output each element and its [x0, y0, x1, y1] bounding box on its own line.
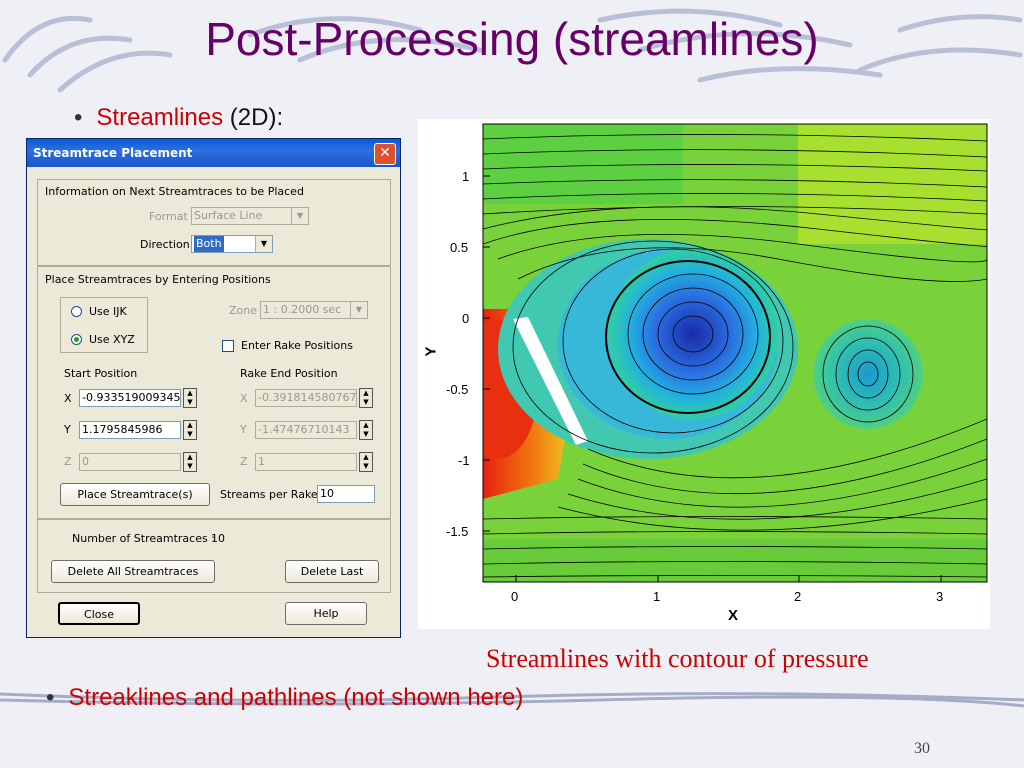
y-tick-label: 1 — [462, 169, 470, 184]
place-header: Place Streamtraces by Entering Positions — [45, 273, 271, 286]
start-z-spinner: ▲ ▼ — [183, 452, 197, 472]
rake-end-position-label: Rake End Position — [240, 367, 338, 380]
close-button[interactable]: Close — [58, 602, 140, 625]
direction-label: Direction — [140, 238, 190, 251]
end-z-label: Z — [240, 455, 248, 468]
zone-select: 1 : 0.2000 sec ▼ — [260, 301, 368, 319]
delete-last-button[interactable]: Delete Last — [285, 560, 379, 583]
start-x-spinner[interactable]: ▲ ▼ — [183, 388, 197, 408]
direction-select[interactable]: Both ▼ — [191, 235, 273, 253]
num-streamtraces-value: 10 — [211, 532, 225, 545]
y-tick-label: -1 — [458, 453, 470, 468]
chevron-down-icon: ▼ — [291, 208, 308, 224]
zone-value: 1 : 0.2000 sec — [263, 303, 342, 316]
x-tick-label: 0 — [511, 589, 519, 604]
bullet-streaklines-text: Streaklines and pathlines (not shown her… — [68, 684, 524, 711]
streamline-plot — [482, 123, 988, 583]
start-y-label: Y — [64, 423, 71, 436]
chevron-down-icon[interactable]: ▼ — [255, 236, 272, 252]
end-z-input: 1 — [255, 453, 357, 471]
page-number: 30 — [914, 740, 930, 757]
bullet-streamlines-rest: (2D): — [223, 104, 284, 131]
use-ijk-radio[interactable] — [71, 306, 82, 317]
enter-rake-checkbox[interactable] — [222, 340, 234, 352]
start-position-label: Start Position — [64, 367, 138, 380]
streams-per-rake-input[interactable]: 10 — [317, 485, 375, 503]
x-tick-label: 2 — [794, 589, 802, 604]
end-x-label: X — [240, 392, 248, 405]
bullet-streaklines: • Streaklines and pathlines (not shown he… — [46, 684, 523, 712]
bullet-streamlines-keyword: Streamlines — [96, 104, 224, 131]
y-axis-title: Y — [422, 346, 440, 357]
use-xyz-radio[interactable] — [71, 334, 82, 345]
enter-rake-label[interactable]: Enter Rake Positions — [241, 339, 353, 352]
start-y-spinner[interactable]: ▲ ▼ — [183, 420, 197, 440]
use-ijk-label[interactable]: Use IJK — [89, 305, 127, 318]
start-x-label: X — [64, 392, 72, 405]
x-tick-label: 1 — [653, 589, 661, 604]
streamtrace-placement-dialog: Streamtrace Placement ✕ Information on N… — [26, 138, 401, 638]
close-icon[interactable]: ✕ — [374, 143, 396, 165]
start-z-label: Z — [64, 455, 72, 468]
end-y-input: -1.47476710143 — [255, 421, 357, 439]
end-x-spinner: ▲ ▼ — [359, 388, 373, 408]
start-z-input: 0 — [79, 453, 181, 471]
end-x-input: -0.391814580767 — [255, 389, 357, 407]
format-select: Surface Line ▼ — [191, 207, 309, 225]
start-y-input[interactable]: 1.1795845986 — [79, 421, 181, 439]
direction-value: Both — [194, 236, 224, 252]
help-button[interactable]: Help — [285, 602, 367, 625]
zone-label: Zone — [229, 304, 258, 317]
dialog-titlebar[interactable]: Streamtrace Placement ✕ — [27, 139, 400, 167]
plot-caption: Streamlines with contour of pressure — [486, 644, 869, 673]
y-tick-label: 0 — [462, 311, 470, 326]
bullet-streamlines: • Streamlines (2D): — [74, 104, 283, 132]
y-tick-label: -1.5 — [446, 524, 469, 539]
y-tick-label: 0.5 — [450, 240, 469, 255]
info-header: Information on Next Streamtraces to be P… — [45, 185, 304, 198]
end-z-spinner: ▲ ▼ — [359, 452, 373, 472]
dialog-title: Streamtrace Placement — [33, 146, 193, 160]
y-tick-label: -0.5 — [446, 382, 469, 397]
num-streamtraces-label: Number of Streamtraces : — [72, 532, 215, 545]
bullet-dot: • — [74, 104, 83, 131]
x-axis-title: X — [728, 607, 739, 624]
place-streamtraces-button[interactable]: Place Streamtrace(s) — [60, 483, 210, 506]
x-tick-label: 3 — [936, 589, 944, 604]
start-x-input[interactable]: -0.933519009345 — [79, 389, 181, 407]
streamline-plot-panel: 0 1 2 3 1 0.5 0 -0.5 -1 -1.5 X Y — [418, 119, 990, 629]
use-xyz-label[interactable]: Use XYZ — [89, 333, 135, 346]
delete-all-streamtraces-button[interactable]: Delete All Streamtraces — [51, 560, 215, 583]
end-y-label: Y — [240, 423, 247, 436]
end-y-spinner: ▲ ▼ — [359, 420, 373, 440]
format-value: Surface Line — [194, 209, 263, 222]
chevron-down-icon: ▼ — [350, 302, 367, 318]
format-label: Format — [149, 210, 188, 223]
slide-title: Post-Processing (streamlines) — [205, 13, 819, 65]
streams-per-rake-label: Streams per Rake — [220, 488, 318, 501]
bullet-dot: • — [46, 684, 55, 711]
